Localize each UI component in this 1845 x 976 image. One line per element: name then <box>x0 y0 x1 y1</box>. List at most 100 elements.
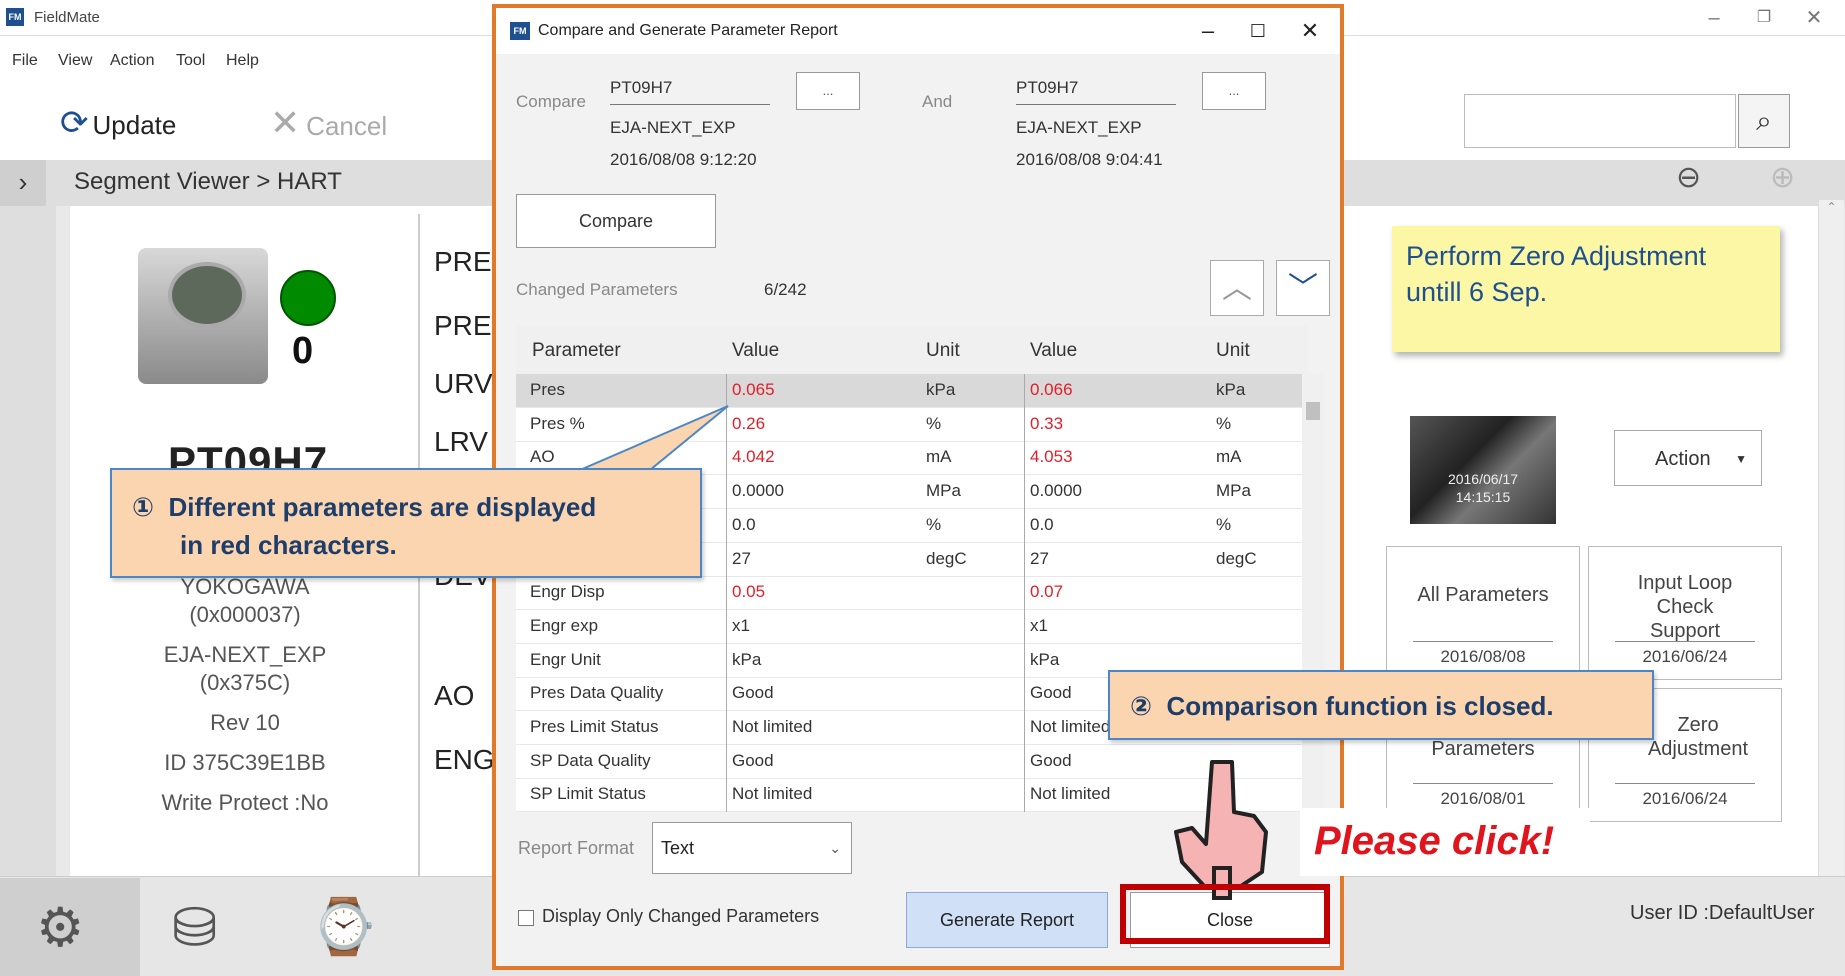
action-label: Action <box>1655 448 1711 470</box>
dialog-maximize-icon[interactable]: ☐ <box>1238 14 1278 48</box>
col-unit-2[interactable]: Unit <box>1216 340 1250 362</box>
database-icon[interactable]: ⛁ <box>172 896 217 959</box>
changed-only-label[interactable]: Display Only Changed Parameters <box>542 906 819 927</box>
chevron-down-icon: ⌄ <box>829 840 841 856</box>
app-logo-icon: FM <box>6 8 24 26</box>
device-model-code: (0x375C) <box>199 670 291 695</box>
user-id: User ID :DefaultUser <box>1630 902 1815 924</box>
close-window-icon[interactable]: ✕ <box>1794 4 1834 32</box>
chevron-down-icon[interactable]: ﹀ <box>1276 260 1330 316</box>
refresh-icon: ⟳ <box>60 104 89 142</box>
table-cell-v2: 27 <box>1030 548 1049 568</box>
tile-divider <box>1615 641 1755 642</box>
table-cell-v2: Not limited <box>1030 717 1111 736</box>
table-cell-u2: % <box>1216 514 1232 534</box>
changed-only-checkbox[interactable] <box>518 910 534 926</box>
menu-file[interactable]: File <box>12 52 38 70</box>
thumbnail-date: 2016/06/17 <box>1447 471 1519 487</box>
table-cell-v2: 0.0000 <box>1030 481 1082 501</box>
table-cell-u2: kPa <box>1216 380 1246 399</box>
report-format-select[interactable]: Text ⌄ <box>652 822 852 874</box>
callout-text: Comparison function is closed. <box>1166 691 1554 721</box>
compare-label: Compare <box>516 92 586 111</box>
table-cell-v1: x1 <box>732 615 750 635</box>
table-scrollbar[interactable] <box>1302 374 1324 812</box>
tile-label: Zero Adjustment <box>1647 714 1749 760</box>
left-browse-button[interactable]: ... <box>796 72 860 110</box>
dialog-logo-icon: FM <box>510 22 530 40</box>
table-cell-v1: Not limited <box>732 717 813 736</box>
col-unit-1[interactable]: Unit <box>926 340 960 362</box>
right-tag: PT09H7 <box>1016 78 1079 97</box>
tile-input-loop-check[interactable]: Input Loop Check Support 2016/06/24 <box>1588 546 1782 680</box>
table-cell-param: Engr Unit <box>530 649 601 669</box>
param-label: AO <box>434 680 475 711</box>
col-value-2[interactable]: Value <box>1030 340 1077 362</box>
table-header: Parameter Value Unit Value Unit <box>516 326 1308 374</box>
tile-divider <box>1615 783 1755 784</box>
menu-tool[interactable]: Tool <box>176 52 205 70</box>
device-id: ID 375C39E1BB <box>164 750 326 775</box>
menu-help[interactable]: Help <box>226 52 259 70</box>
chevron-up-icon[interactable]: ︿ <box>1210 260 1264 316</box>
caret-down-icon: ▼ <box>1735 452 1747 466</box>
col-parameter[interactable]: Parameter <box>532 340 621 362</box>
tile-date: 2016/06/24 <box>1642 647 1728 666</box>
tile-all-parameters[interactable]: All Parameters 2016/08/08 <box>1386 546 1580 680</box>
table-row[interactable]: Engr exp x1 x1 <box>516 610 1308 644</box>
minimize-icon[interactable]: – <box>1694 4 1734 32</box>
report-format-label: Report Format <box>518 838 635 858</box>
callout-text-line1: Different parameters are displayed <box>168 492 597 522</box>
generate-report-button[interactable]: Generate Report <box>906 892 1108 948</box>
dialog-minimize-icon[interactable]: – <box>1188 14 1228 48</box>
table-cell-v2: 0.0 <box>1030 514 1054 534</box>
restore-icon[interactable]: ❐ <box>1744 4 1784 32</box>
table-scroll-thumb[interactable] <box>1306 402 1320 420</box>
zoom-in-icon[interactable]: ⊕ <box>1770 160 1795 195</box>
table-cell-param: Pres Limit Status <box>530 717 659 736</box>
table-cell-param: Pres Data Quality <box>530 683 664 703</box>
right-model: EJA-NEXT_EXP <box>1016 118 1142 137</box>
devices-icon: ⚙ <box>36 898 85 958</box>
app-title: FieldMate <box>34 9 100 26</box>
right-time: 2016/08/08 9:04:41 <box>1016 150 1163 169</box>
cancel-label: Cancel <box>306 111 388 141</box>
tile-divider <box>1413 783 1553 784</box>
table-cell-v1: Not limited <box>732 784 813 804</box>
breadcrumb: Segment Viewer > HART <box>74 168 342 195</box>
history-icon[interactable]: ⌚ <box>310 896 377 959</box>
cancel-button[interactable]: ✕ Cancel <box>270 100 387 146</box>
main-scrollbar[interactable]: ⌃ <box>1818 200 1844 876</box>
thumbnail-time: 14:15:15 <box>1455 489 1511 505</box>
menu-view[interactable]: View <box>58 52 92 70</box>
table-cell-v2: Good <box>1030 750 1072 770</box>
zoom-out-icon[interactable]: ⊖ <box>1676 160 1701 195</box>
left-tag-underline <box>610 104 770 105</box>
tile-label: All Parameters <box>1417 584 1549 606</box>
left-rail <box>0 206 56 876</box>
table-cell-v1: kPa <box>732 649 762 669</box>
device-model: EJA-NEXT_EXP <box>163 642 327 667</box>
table-cell-u1: % <box>926 514 942 534</box>
dialog-close-icon[interactable]: ✕ <box>1290 14 1330 48</box>
right-browse-button[interactable]: ... <box>1202 72 1266 110</box>
right-tag-underline <box>1016 104 1176 105</box>
action-dropdown[interactable]: Action ▼ <box>1614 430 1762 486</box>
compare-button[interactable]: Compare <box>516 194 716 248</box>
update-button[interactable]: ⟳ Update <box>60 100 176 146</box>
dialog-titlebar: FM Compare and Generate Parameter Report… <box>496 8 1340 54</box>
table-row[interactable]: Engr Disp 0.05 0.07 <box>516 576 1308 611</box>
binoculars-icon[interactable]: ⌕ <box>1738 94 1790 148</box>
search-input[interactable] <box>1464 94 1736 148</box>
table-cell-u1: mA <box>926 447 952 467</box>
callout-number: ① <box>132 492 155 522</box>
table-cell-param: Engr exp <box>530 615 599 635</box>
device-vendor-code: (0x000037) <box>189 602 301 627</box>
table-cell-v1: Good <box>732 683 774 703</box>
chevron-right-icon[interactable]: › <box>0 160 46 206</box>
menu-action[interactable]: Action <box>110 52 154 70</box>
table-cell-v2: 4.053 <box>1030 447 1073 467</box>
tile-date: 2016/06/24 <box>1642 789 1728 808</box>
tile-divider <box>1413 641 1553 642</box>
col-value-1[interactable]: Value <box>732 340 779 362</box>
